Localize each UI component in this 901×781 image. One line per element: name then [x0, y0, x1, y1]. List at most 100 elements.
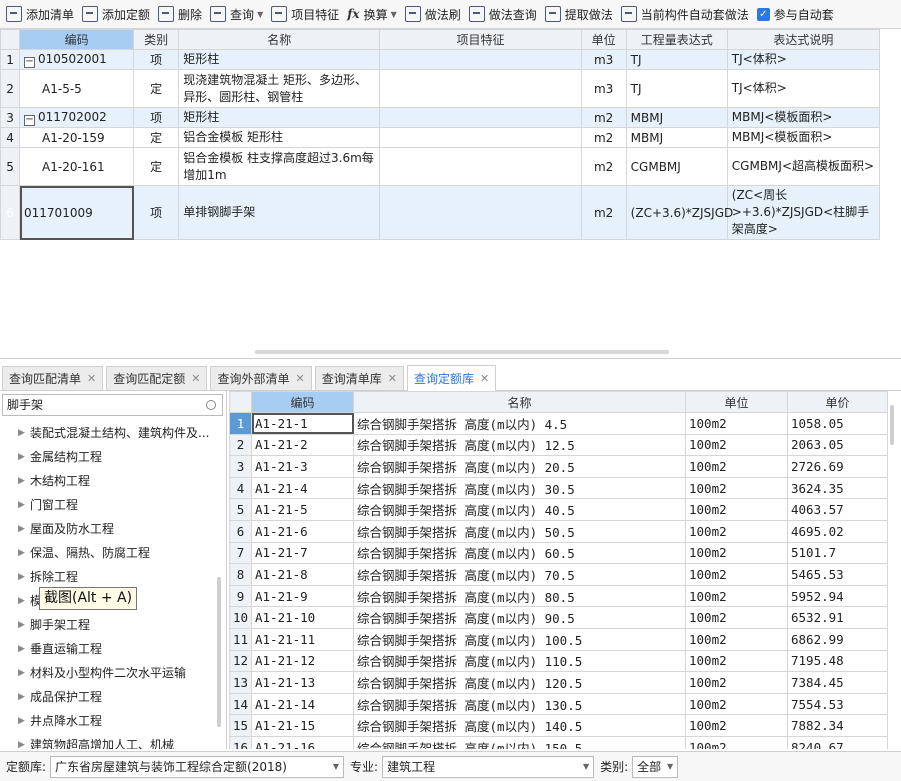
cell[interactable]: 100m2 [685, 627, 788, 651]
cell-name[interactable]: 铝合金模板 柱支撑高度超过3.6m每增加1m [178, 147, 381, 186]
column-header[interactable]: 单位 [580, 29, 627, 50]
cell[interactable]: 4063.57 [787, 498, 888, 521]
cell[interactable]: A1-21-6 [251, 519, 354, 543]
cell[interactable]: 6862.99 [787, 627, 888, 651]
close-icon[interactable]: ✕ [191, 372, 200, 385]
column-header[interactable]: 项目特征 [379, 29, 582, 50]
tree-item[interactable]: ▶ 门窗工程 [0, 493, 220, 517]
cell-expr[interactable]: TJ [625, 49, 728, 70]
cell[interactable]: 100m2 [685, 498, 788, 521]
cell-type[interactable]: 定 [133, 127, 180, 148]
cell[interactable]: 100m2 [685, 433, 788, 457]
cell[interactable]: 100m2 [685, 649, 788, 673]
toolbar-button-6[interactable]: 做法刷 [404, 6, 461, 23]
row-number[interactable]: 16 [229, 735, 252, 749]
cell[interactable]: 100m2 [685, 455, 788, 478]
close-icon[interactable]: ✕ [87, 372, 96, 385]
cell[interactable]: A1-21-13 [251, 671, 354, 694]
row-number[interactable]: 3 [0, 107, 21, 128]
cell-code[interactable]: −011702002 [19, 107, 135, 128]
table-row[interactable]: 4 A1-20-159 定铝合金模板 矩形柱 m2 MBMJ MBMJ<模板面积> [0, 127, 881, 148]
cell-unit[interactable]: m2 [580, 185, 627, 240]
cell[interactable]: 综合钢脚手架搭拆 高度(m以内) 150.5 [353, 735, 686, 749]
cell[interactable]: 100m2 [685, 519, 788, 543]
tree-item[interactable]: ▶ 建筑物超高增加人工、机械 [0, 733, 220, 749]
cell[interactable]: 综合钢脚手架搭拆 高度(m以内) 80.5 [353, 584, 686, 608]
row-number[interactable]: 15 [229, 714, 252, 737]
tab-1[interactable]: 查询匹配定额 ✕ [106, 366, 208, 390]
cell[interactable]: 100m2 [685, 735, 788, 749]
cell-expr[interactable]: TJ [625, 69, 728, 108]
toolbar-button-5[interactable]: fx 换算 ▼ [347, 6, 397, 23]
toolbar-button-2[interactable]: 删除 [158, 6, 202, 23]
row-number[interactable]: 6 [0, 185, 21, 240]
table-row[interactable]: 3 A1-21-3 综合钢脚手架搭拆 高度(m以内) 20.5 100m2 2726.6… [229, 455, 888, 478]
close-icon[interactable]: ✕ [295, 372, 304, 385]
cell-type[interactable]: 定 [133, 147, 180, 186]
cell[interactable]: 综合钢脚手架搭拆 高度(m以内) 110.5 [353, 649, 686, 673]
cell-expr[interactable]: MBMJ [625, 127, 728, 148]
toolbar-button-4[interactable]: 项目特征 [271, 6, 339, 23]
cell-feature[interactable] [379, 69, 582, 108]
cell-type[interactable]: 项 [133, 185, 180, 240]
cell[interactable]: 2063.05 [787, 433, 888, 457]
cell[interactable]: 综合钢脚手架搭拆 高度(m以内) 90.5 [353, 606, 686, 629]
cell[interactable]: A1-21-2 [251, 433, 354, 457]
tree-scrollbar[interactable] [217, 577, 221, 727]
major-dropdown[interactable]: 建筑工程 ▼ [382, 755, 595, 778]
cell[interactable]: A1-21-1 [251, 412, 354, 435]
cell[interactable]: 100m2 [685, 714, 788, 737]
cell-code[interactable]: 011701009 [19, 185, 135, 240]
cell-desc[interactable]: CGMBMJ<超高模板面积> [726, 147, 881, 186]
chevron-right-icon[interactable]: ▶ [18, 685, 25, 709]
cell[interactable]: A1-21-11 [251, 627, 354, 651]
search-icon[interactable] [206, 400, 216, 410]
cell-feature[interactable] [379, 127, 582, 148]
row-number[interactable]: 2 [229, 433, 252, 457]
cell[interactable]: 综合钢脚手架搭拆 高度(m以内) 40.5 [353, 498, 686, 521]
table-row[interactable]: 4 A1-21-4 综合钢脚手架搭拆 高度(m以内) 30.5 100m2 3624.3… [229, 476, 888, 500]
toolbar-button-8[interactable]: 提取做法 [544, 6, 613, 23]
chevron-right-icon[interactable]: ▶ [18, 565, 25, 589]
cell-name[interactable]: 矩形柱 [178, 49, 381, 70]
tree-item[interactable]: ▶ 保温、隔热、防腐工程 [0, 541, 220, 565]
row-number[interactable]: 4 [0, 127, 21, 148]
column-header[interactable]: 编码 [251, 391, 354, 413]
table-row[interactable]: 10 A1-21-10 综合钢脚手架搭拆 高度(m以内) 90.5 100m2 6532… [229, 606, 888, 629]
chevron-right-icon[interactable]: ▶ [18, 493, 25, 517]
row-number[interactable]: 12 [229, 649, 252, 673]
cell[interactable]: 100m2 [685, 541, 788, 565]
row-number[interactable]: 2 [0, 69, 21, 108]
cell-type[interactable]: 项 [133, 49, 180, 70]
cell[interactable]: 综合钢脚手架搭拆 高度(m以内) 120.5 [353, 671, 686, 694]
row-number[interactable]: 1 [0, 49, 21, 70]
tree-item[interactable]: ▶ 拆除工程 [0, 565, 220, 589]
cell[interactable]: 7554.53 [787, 692, 888, 716]
tree-item[interactable]: ▶ 木结构工程 [0, 469, 220, 493]
chevron-down-icon[interactable]: ▼ [257, 10, 263, 19]
row-number[interactable]: 1 [229, 412, 252, 435]
tab-0[interactable]: 查询匹配清单 ✕ [2, 366, 104, 390]
cell[interactable]: 100m2 [685, 692, 788, 716]
table-row[interactable]: 3−011702002 项矩形柱 m2 MBMJ MBMJ<模板面积> [0, 107, 881, 128]
tree-item[interactable]: ▶ 装配式混凝土结构、建筑构件及... [0, 421, 220, 445]
column-header[interactable]: 表达式说明 [726, 29, 881, 50]
chevron-down-icon[interactable]: ▼ [391, 10, 397, 19]
chevron-right-icon[interactable]: ▶ [18, 517, 25, 541]
category-dropdown[interactable]: 全部 ▼ [632, 755, 679, 778]
tab-4[interactable]: 查询定额库 ✕ [406, 365, 497, 391]
row-number[interactable]: 5 [0, 147, 21, 186]
chevron-right-icon[interactable]: ▶ [18, 661, 25, 685]
cell[interactable]: 5101.7 [787, 541, 888, 565]
table-row[interactable]: 12 A1-21-12 综合钢脚手架搭拆 高度(m以内) 110.5 100m2 719… [229, 649, 888, 673]
cell[interactable]: 综合钢脚手架搭拆 高度(m以内) 4.5 [353, 412, 686, 435]
row-number[interactable]: 4 [229, 476, 252, 500]
table-row[interactable]: 6 A1-21-6 综合钢脚手架搭拆 高度(m以内) 50.5 100m2 4695.0… [229, 519, 888, 543]
close-icon[interactable]: ✕ [480, 372, 489, 385]
cell[interactable]: A1-21-16 [251, 735, 354, 749]
cell-name[interactable]: 铝合金模板 矩形柱 [178, 127, 381, 148]
cell-code[interactable]: A1-20-161 [19, 147, 135, 186]
cell[interactable]: 6532.91 [787, 606, 888, 629]
tree-item[interactable]: ▶ 井点降水工程 [0, 709, 220, 733]
table-row[interactable]: 15 A1-21-15 综合钢脚手架搭拆 高度(m以内) 140.5 100m2 788… [229, 714, 888, 737]
